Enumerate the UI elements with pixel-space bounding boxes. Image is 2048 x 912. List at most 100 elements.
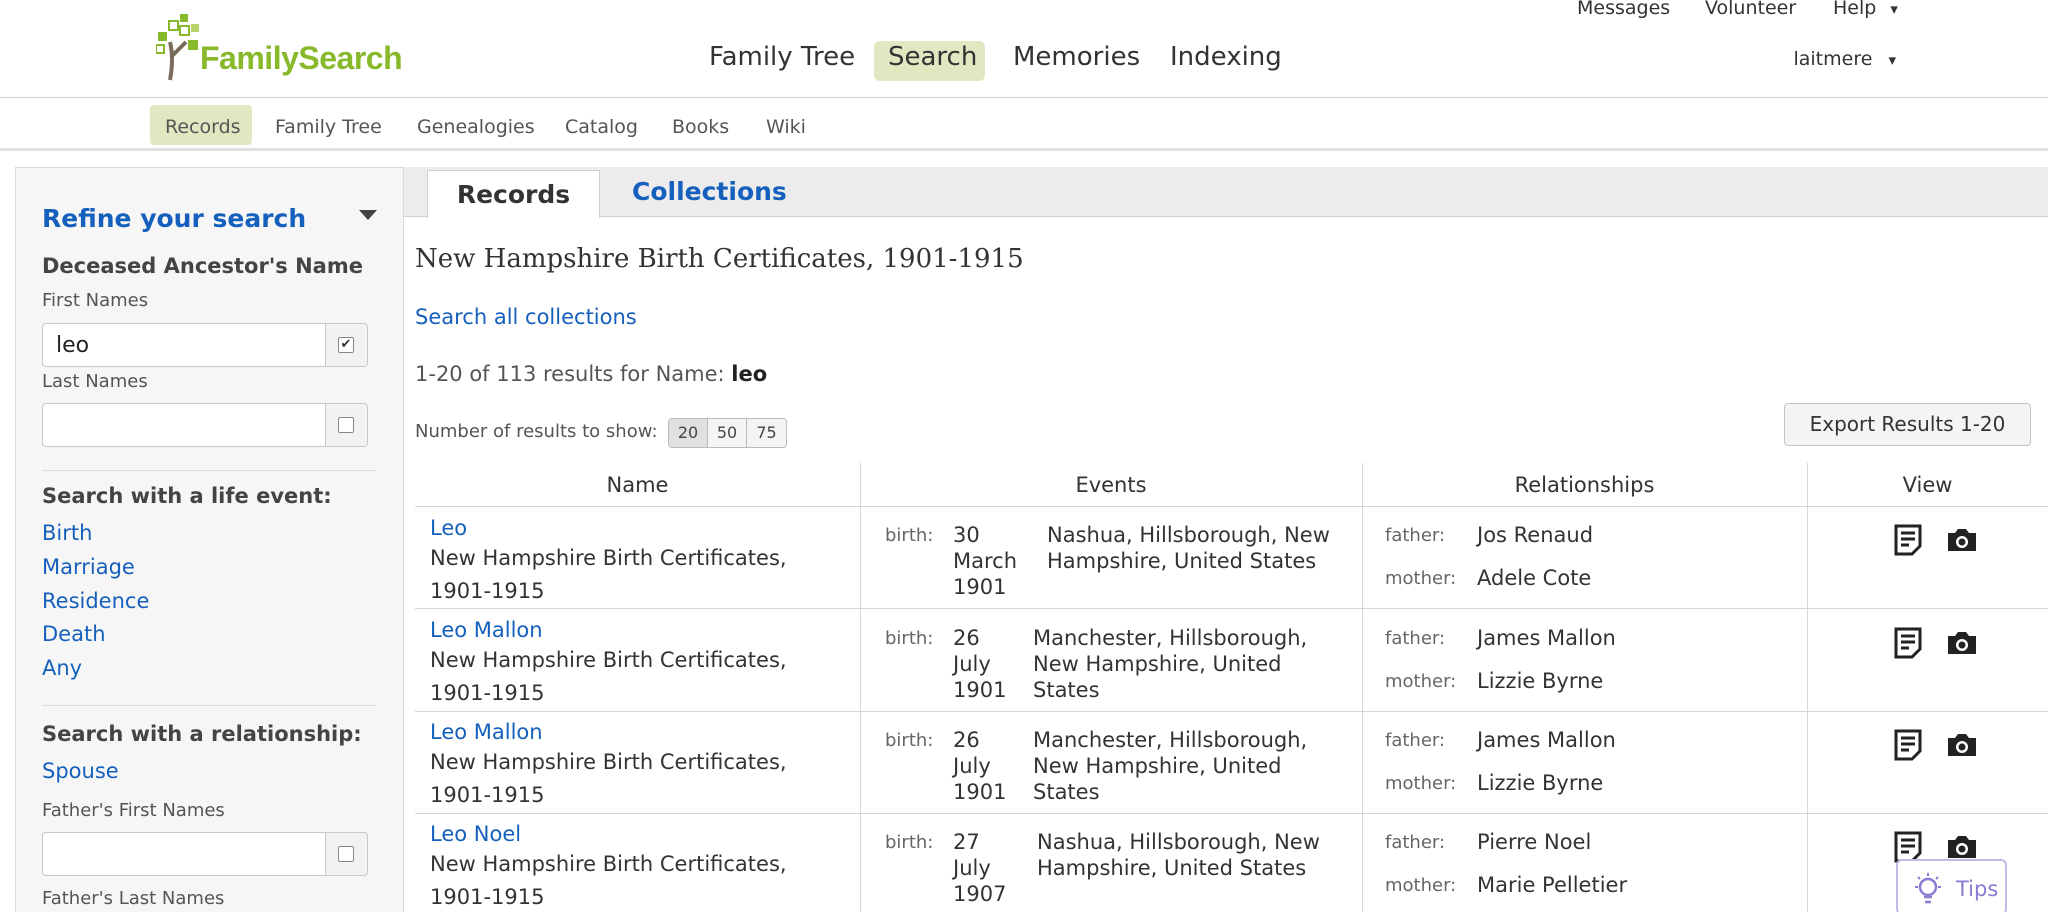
event-label: birth: xyxy=(885,525,934,546)
checkbox-icon: ✔ xyxy=(338,337,354,353)
record-collection: New Hampshire Birth Certificates, xyxy=(430,852,787,876)
sidebar-divider xyxy=(42,705,376,706)
record-name-link[interactable]: Leo Mallon xyxy=(430,616,543,644)
results-count-text: 1-20 of 113 results for Name: xyxy=(415,362,732,386)
column-divider xyxy=(860,463,861,912)
user-name: laitmere xyxy=(1793,48,1873,70)
subnav-family-tree[interactable]: Family Tree xyxy=(275,116,382,138)
column-header-relationships: Relationships xyxy=(1514,473,1655,497)
deceased-name-heading: Deceased Ancestor's Name xyxy=(42,254,363,278)
event-date: March xyxy=(953,549,1018,573)
logo-wordmark[interactable]: FamilySearch xyxy=(200,40,403,77)
row-divider xyxy=(415,711,2048,712)
life-event-marriage-link[interactable]: Marriage xyxy=(42,555,135,579)
column-header-view: View xyxy=(1902,473,1953,497)
results-query: leo xyxy=(731,362,768,386)
event-label: birth: xyxy=(885,730,934,751)
father-label: father: xyxy=(1385,525,1446,546)
refine-search-title[interactable]: Refine your search xyxy=(42,204,306,233)
first-names-input[interactable] xyxy=(42,323,326,367)
page-size-75-button[interactable]: 75 xyxy=(747,419,786,447)
column-header-events: Events xyxy=(1075,473,1147,497)
tab-records[interactable]: Records xyxy=(427,170,600,218)
event-place: New Hampshire, United xyxy=(1033,652,1282,676)
lightbulb-icon xyxy=(1915,873,1941,904)
father-label: father: xyxy=(1385,628,1446,649)
first-names-label: First Names xyxy=(42,290,149,311)
messages-link[interactable]: Messages xyxy=(1577,0,1670,19)
event-place: States xyxy=(1033,678,1100,702)
document-icon[interactable] xyxy=(1893,627,1923,659)
fathers-first-names-label: Father's First Names xyxy=(42,800,225,821)
last-names-label: Last Names xyxy=(42,371,148,392)
life-event-residence-link[interactable]: Residence xyxy=(42,589,149,613)
document-icon[interactable] xyxy=(1893,524,1923,556)
caret-down-icon[interactable] xyxy=(359,210,377,220)
subnav-books[interactable]: Books xyxy=(672,116,729,138)
column-header-name: Name xyxy=(606,473,669,497)
record-collection: New Hampshire Birth Certificates, xyxy=(430,648,787,672)
event-place: Nashua, Hillsborough, New xyxy=(1037,830,1320,854)
row-divider xyxy=(415,608,2048,609)
subnav-wiki[interactable]: Wiki xyxy=(766,116,806,138)
life-event-death-link[interactable]: Death xyxy=(42,622,106,646)
nav-family-tree[interactable]: Family Tree xyxy=(709,42,855,72)
event-date: 30 xyxy=(953,523,980,547)
event-date: 1901 xyxy=(953,678,1007,702)
camera-icon[interactable] xyxy=(1946,732,1978,758)
event-date: 26 xyxy=(953,728,980,752)
father-label: father: xyxy=(1385,730,1446,751)
camera-icon[interactable] xyxy=(1946,630,1978,656)
subnav-records[interactable]: Records xyxy=(165,116,241,138)
page-size-50-button[interactable]: 50 xyxy=(708,419,747,447)
search-all-collections-link[interactable]: Search all collections xyxy=(415,305,637,329)
export-results-button[interactable]: Export Results 1-20 xyxy=(1784,403,2031,446)
help-menu[interactable]: Help ▾ xyxy=(1833,0,1898,19)
mother-label: mother: xyxy=(1385,568,1457,589)
record-name-link[interactable]: Leo Mallon xyxy=(430,718,543,746)
caret-down-icon: ▾ xyxy=(1888,51,1896,69)
subnav-catalog[interactable]: Catalog xyxy=(565,116,638,138)
life-event-birth-link[interactable]: Birth xyxy=(42,521,92,545)
relationship-spouse-link[interactable]: Spouse xyxy=(42,759,119,783)
volunteer-link[interactable]: Volunteer xyxy=(1705,0,1796,19)
fathers-first-names-exact-toggle[interactable] xyxy=(326,832,368,876)
last-names-exact-toggle[interactable] xyxy=(326,403,368,447)
page-size-20-button[interactable]: 20 xyxy=(669,419,708,447)
father-name: Pierre Noel xyxy=(1477,830,1592,854)
mother-label: mother: xyxy=(1385,773,1457,794)
life-event-any-link[interactable]: Any xyxy=(42,656,82,680)
event-place: Manchester, Hillsborough, xyxy=(1033,626,1308,650)
camera-icon[interactable] xyxy=(1946,527,1978,553)
mother-name: Lizzie Byrne xyxy=(1477,669,1604,693)
last-names-input[interactable] xyxy=(42,403,326,447)
column-divider xyxy=(1362,463,1363,912)
help-label: Help xyxy=(1833,0,1877,19)
event-place: Hampshire, United States xyxy=(1037,856,1307,880)
event-place: Nashua, Hillsborough, New xyxy=(1047,523,1330,547)
document-icon[interactable] xyxy=(1893,729,1923,761)
father-name: James Mallon xyxy=(1477,728,1616,752)
life-event-heading: Search with a life event: xyxy=(42,484,332,508)
event-place: Manchester, Hillsborough, xyxy=(1033,728,1308,752)
first-names-exact-toggle[interactable]: ✔ xyxy=(326,323,368,367)
event-date: 1907 xyxy=(953,882,1007,906)
event-place: Hampshire, United States xyxy=(1047,549,1317,573)
fathers-first-names-input[interactable] xyxy=(42,832,326,876)
nav-memories[interactable]: Memories xyxy=(1013,42,1140,72)
mother-name: Marie Pelletier xyxy=(1477,873,1628,897)
subnav-genealogies[interactable]: Genealogies xyxy=(417,116,535,138)
event-date: 1901 xyxy=(953,575,1007,599)
record-name-link[interactable]: Leo xyxy=(430,514,467,542)
event-date: July xyxy=(953,856,991,880)
event-date: 1901 xyxy=(953,780,1007,804)
tab-collections[interactable]: Collections xyxy=(632,177,787,206)
nav-indexing[interactable]: Indexing xyxy=(1170,42,1282,72)
camera-icon[interactable] xyxy=(1946,834,1978,860)
results-per-page-label: Number of results to show: xyxy=(415,421,658,442)
nav-search[interactable]: Search xyxy=(888,42,977,72)
user-menu[interactable]: laitmere ▾ xyxy=(1793,48,1896,70)
mother-label: mother: xyxy=(1385,671,1457,692)
record-collection: 1901-1915 xyxy=(430,783,545,807)
record-name-link[interactable]: Leo Noel xyxy=(430,820,521,848)
